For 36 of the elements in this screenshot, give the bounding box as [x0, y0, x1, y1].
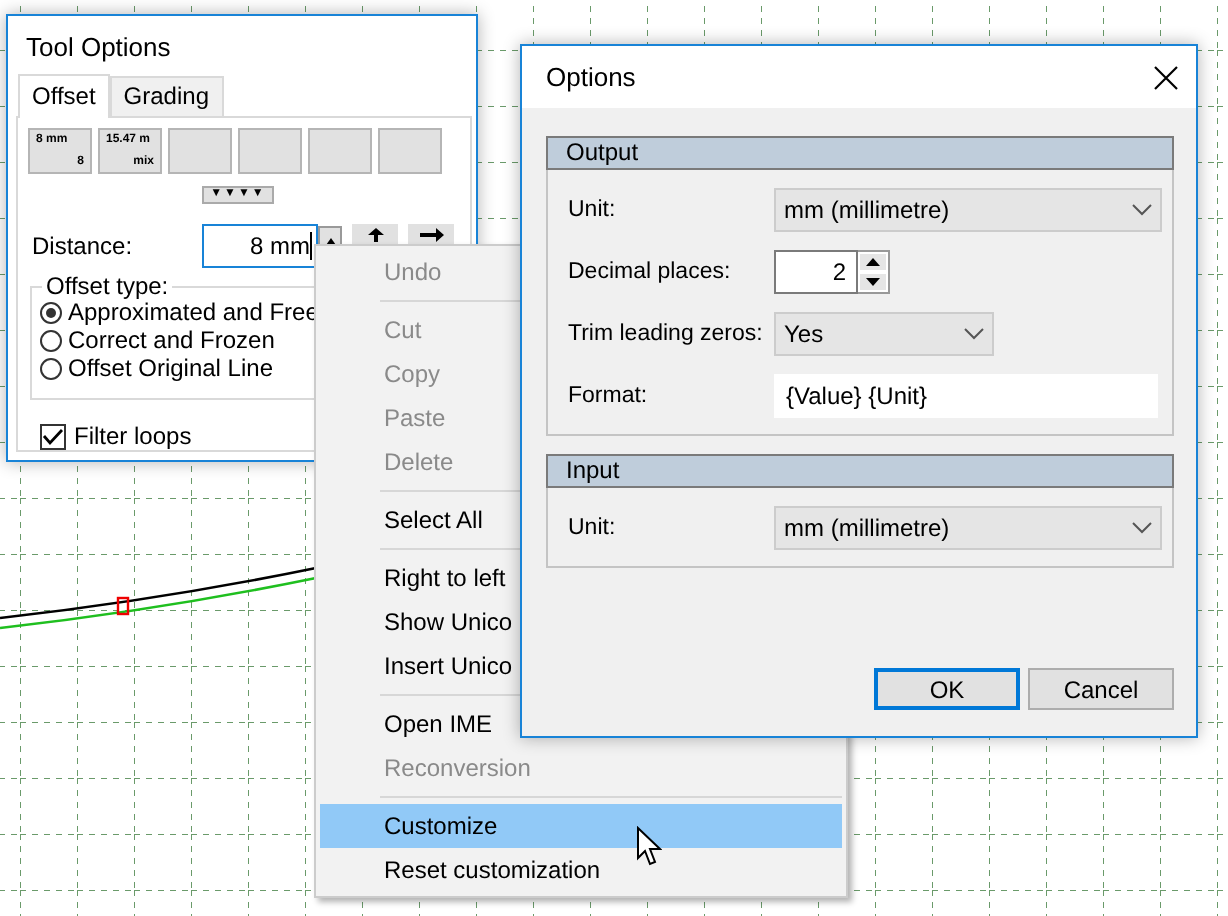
dialog-button[interactable]: OK	[874, 668, 1020, 710]
tab[interactable]: Grading	[109, 76, 223, 116]
number-field[interactable]: 2	[774, 250, 858, 294]
group-title: Offset type:	[42, 272, 173, 300]
triangle-down-icon	[866, 278, 880, 286]
spin-down-button[interactable]	[858, 272, 888, 292]
chevron-down-icon	[964, 328, 984, 340]
field-label: Distance:	[30, 232, 135, 260]
point-marker-icon[interactable]	[116, 596, 130, 616]
distance-field[interactable]: 8 mm	[202, 224, 318, 268]
field-label: Unit:	[568, 198, 618, 222]
mouse-pointer-icon	[636, 826, 662, 868]
dropdown[interactable]: Yes	[774, 312, 994, 356]
arrow-right-icon	[419, 228, 443, 242]
triangle-up-icon	[866, 258, 880, 266]
field-label: Unit:	[568, 516, 618, 540]
chevron-down-icon	[1132, 522, 1152, 534]
window-title: Options	[546, 62, 636, 92]
arrow-up-icon	[367, 228, 383, 242]
close-icon[interactable]	[1154, 65, 1178, 89]
field-label: Decimal places:	[568, 260, 733, 284]
group-header: Input	[546, 454, 1174, 488]
field-label: Trim leading zeros:	[568, 322, 765, 346]
dialog-button[interactable]: Cancel	[1028, 668, 1174, 710]
tab[interactable]: Offset	[18, 74, 110, 118]
menu-item[interactable]: Customize	[320, 804, 842, 848]
filter-loops-checkbox[interactable]: Filter loops	[40, 422, 192, 450]
dropdown[interactable]: mm (millimetre)	[774, 188, 1162, 232]
window-title: Tool Options	[26, 31, 171, 61]
checkmark-icon	[42, 427, 64, 445]
group-header: Output	[546, 136, 1174, 170]
dropdown[interactable]: mm (millimetre)	[774, 506, 1162, 550]
chevron-down-icon	[1132, 204, 1152, 216]
field-label: Format:	[568, 384, 650, 408]
format-field[interactable]: {Value} {Unit}	[774, 374, 1158, 418]
menu-item[interactable]: Reset customization	[320, 848, 842, 892]
